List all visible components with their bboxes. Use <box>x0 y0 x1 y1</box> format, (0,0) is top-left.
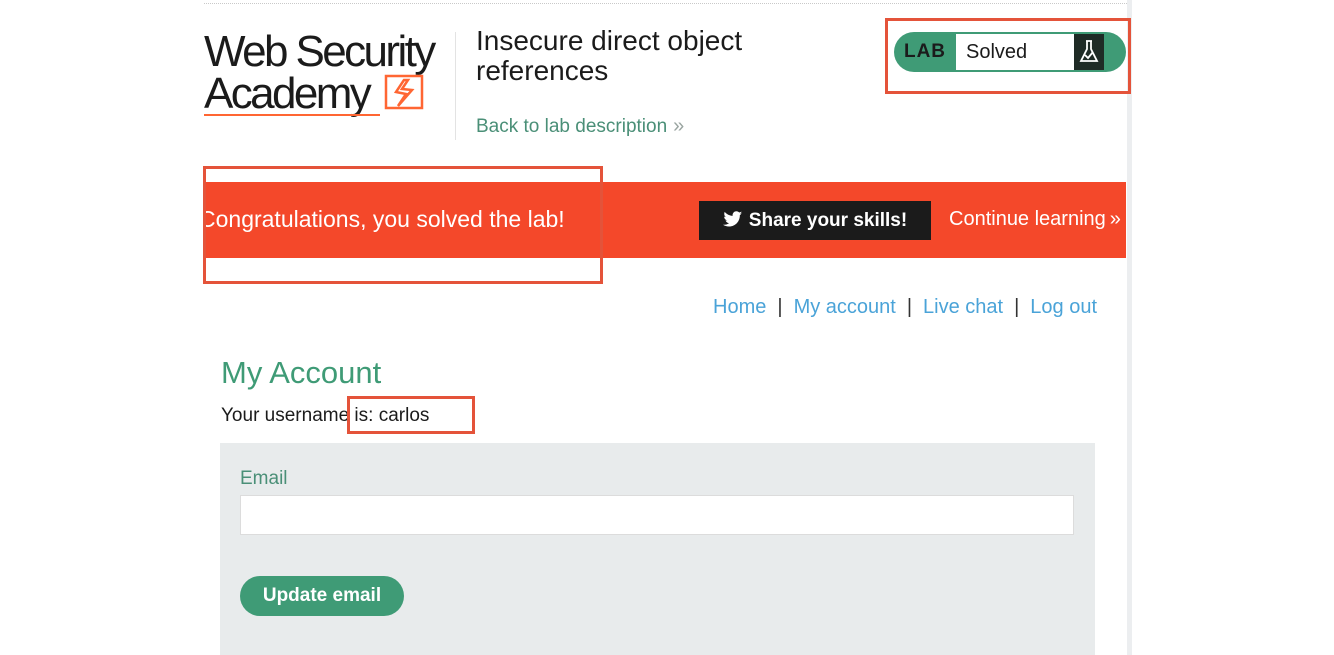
logo-text-line1: Web Security <box>204 27 436 76</box>
nav-my-account-link[interactable]: My account <box>794 296 896 318</box>
nav-separator: | <box>777 296 783 318</box>
double-chevron-right-icon: » <box>673 115 685 137</box>
back-to-description-link[interactable]: Back to lab description » <box>476 115 684 138</box>
highlight-box-username <box>347 396 475 434</box>
top-divider <box>204 3 1127 4</box>
nav-home-link[interactable]: Home <box>713 296 766 318</box>
highlight-box-status <box>885 18 1131 94</box>
nav-log-out-link[interactable]: Log out <box>1030 296 1097 318</box>
update-email-form: Email Update email <box>220 443 1095 655</box>
nav-separator: | <box>1014 296 1020 318</box>
lightning-bolt-icon <box>384 74 424 110</box>
share-skills-label[interactable]: Share your skills! <box>749 210 907 231</box>
email-input[interactable] <box>240 495 1074 535</box>
academy-logo[interactable]: Web Security Academy <box>204 30 454 122</box>
twitter-icon <box>722 211 742 227</box>
header-divider <box>455 32 456 140</box>
page-title: My Account <box>221 355 382 390</box>
continue-learning-label[interactable]: Continue learning <box>949 208 1106 230</box>
page-edge <box>1127 0 1132 655</box>
highlight-box-banner <box>203 166 603 284</box>
email-label: Email <box>240 468 288 489</box>
double-chevron-right-icon: » <box>1109 208 1121 230</box>
logo-text-line2: Academy <box>204 69 372 118</box>
nav-separator: | <box>906 296 913 318</box>
back-link-label[interactable]: Back to lab description <box>476 116 667 137</box>
lab-title: Insecure direct object references <box>476 25 743 86</box>
nav-live-chat-link[interactable]: Live chat <box>923 296 1003 318</box>
top-navigation: Home | My account | Live chat | Log out <box>713 296 1097 319</box>
logo-underline <box>204 114 380 116</box>
update-email-button[interactable]: Update email <box>240 576 404 616</box>
continue-learning-link[interactable]: Continue learning» <box>949 208 1121 231</box>
share-skills-button[interactable]: Share your skills! <box>699 201 931 240</box>
